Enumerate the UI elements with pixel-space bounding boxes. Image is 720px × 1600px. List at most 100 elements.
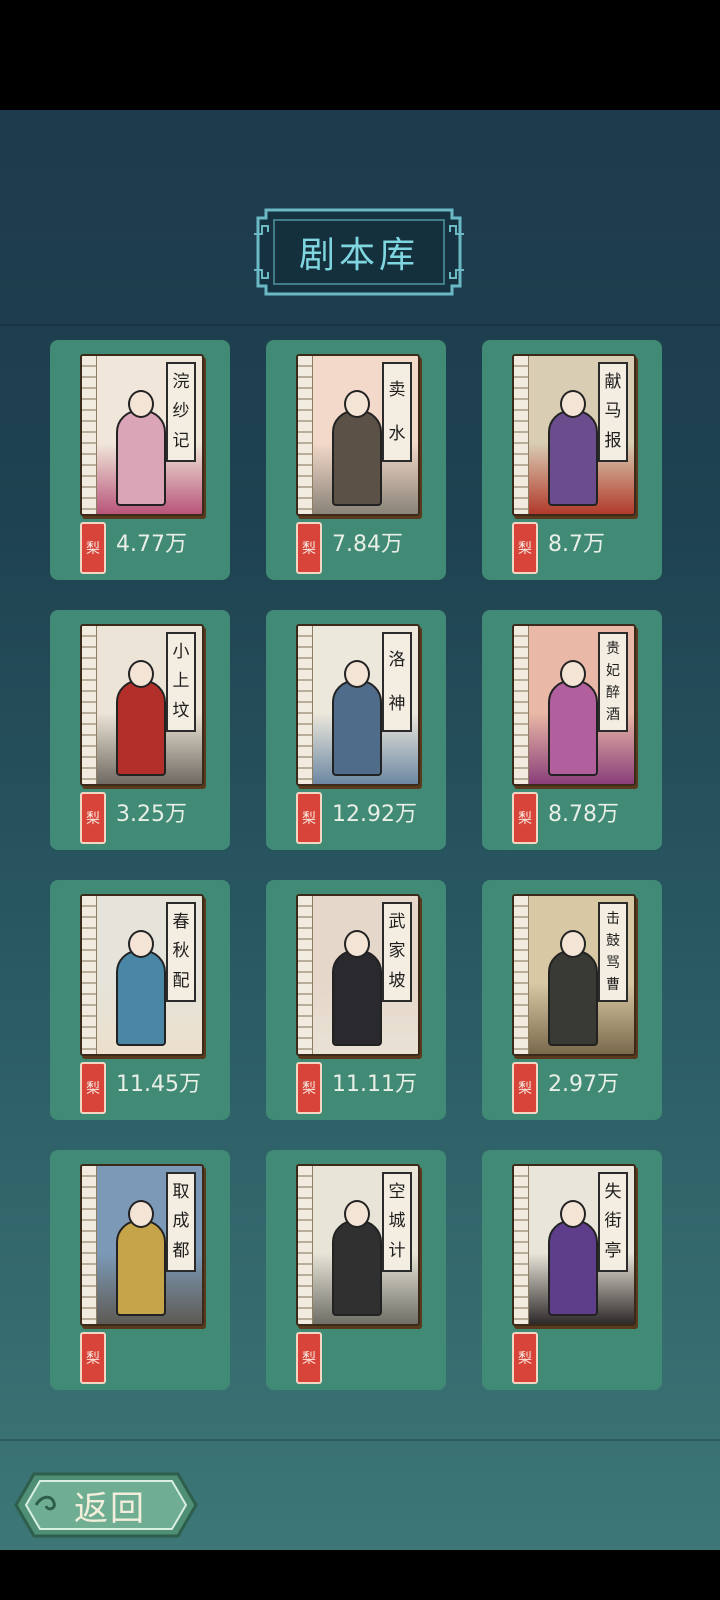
script-title-char: 贵 bbox=[606, 641, 620, 657]
book-binding-icon bbox=[298, 356, 313, 514]
script-title-char: 都 bbox=[172, 1240, 190, 1261]
script-card[interactable]: 击鼓骂曹梨 2.97万 bbox=[482, 880, 662, 1120]
script-title-char: 鼓 bbox=[606, 933, 620, 949]
script-card[interactable]: 浣纱记梨 4.77万 bbox=[50, 340, 230, 580]
navigation-bar bbox=[0, 1550, 720, 1600]
pear-garden-stamp-icon: 梨 bbox=[80, 1062, 106, 1114]
pear-garden-stamp-icon: 梨 bbox=[296, 792, 322, 844]
opera-figure-icon bbox=[548, 950, 598, 1046]
script-title-tag: 小上坟 bbox=[166, 632, 196, 732]
opera-figure-head-icon bbox=[128, 390, 154, 418]
script-title-tag: 春秋配 bbox=[166, 902, 196, 1002]
script-title-char: 坟 bbox=[172, 700, 190, 721]
book-binding-icon bbox=[514, 896, 529, 1054]
script-card[interactable]: 卖水梨 7.84万 bbox=[266, 340, 446, 580]
script-title-char: 浣 bbox=[172, 372, 190, 393]
pear-garden-stamp-icon: 梨 bbox=[296, 522, 322, 574]
script-cover-image: 取成都 bbox=[80, 1164, 204, 1326]
play-count: 12.92万 bbox=[332, 802, 417, 827]
script-title-char: 城 bbox=[388, 1211, 406, 1232]
script-title-char: 空 bbox=[388, 1182, 406, 1203]
grid-divider bbox=[0, 1439, 720, 1441]
pear-garden-stamp-icon: 梨 bbox=[512, 1332, 538, 1384]
script-library-screen: 剧本库 浣纱记梨 4.77万卖水梨 7.84万献马报梨 8.7万小上坟梨 3.25万洛神… bbox=[0, 110, 720, 1550]
script-title-char: 水 bbox=[388, 423, 406, 444]
script-cover-image: 武家坡 bbox=[296, 894, 420, 1056]
script-title-char: 失 bbox=[604, 1182, 622, 1203]
opera-figure-icon bbox=[332, 1220, 382, 1316]
script-title-char: 配 bbox=[172, 970, 190, 991]
pear-garden-stamp-icon: 梨 bbox=[80, 792, 106, 844]
book-binding-icon bbox=[298, 626, 313, 784]
opera-figure-icon bbox=[332, 950, 382, 1046]
script-cover-image: 贵妃醉酒 bbox=[512, 624, 636, 786]
pear-garden-stamp-icon: 梨 bbox=[512, 522, 538, 574]
back-button-label: 返回 bbox=[74, 1488, 146, 1529]
script-title-char: 春 bbox=[172, 912, 190, 933]
script-title-tag: 贵妃醉酒 bbox=[598, 632, 628, 732]
script-grid[interactable]: 浣纱记梨 4.77万卖水梨 7.84万献马报梨 8.7万小上坟梨 3.25万洛神梨 12.… bbox=[0, 326, 720, 1439]
opera-figure-icon bbox=[116, 950, 166, 1046]
opera-figure-head-icon bbox=[344, 390, 370, 418]
script-cover-image: 空城计 bbox=[296, 1164, 420, 1326]
script-title-tag: 献马报 bbox=[598, 362, 628, 462]
opera-figure-icon bbox=[116, 410, 166, 506]
script-title-char: 记 bbox=[172, 430, 190, 451]
script-title-char: 纱 bbox=[172, 401, 190, 422]
opera-figure-head-icon bbox=[344, 660, 370, 688]
opera-figure-head-icon bbox=[128, 930, 154, 958]
pear-garden-stamp-icon: 梨 bbox=[296, 1062, 322, 1114]
opera-figure-icon bbox=[116, 1220, 166, 1316]
opera-figure-head-icon bbox=[560, 390, 586, 418]
script-title-char: 成 bbox=[172, 1211, 190, 1232]
opera-figure-icon bbox=[116, 680, 166, 776]
script-card[interactable]: 空城计梨 bbox=[266, 1150, 446, 1390]
script-cover-image: 小上坟 bbox=[80, 624, 204, 786]
script-cover-image: 击鼓骂曹 bbox=[512, 894, 636, 1056]
opera-figure-head-icon bbox=[344, 930, 370, 958]
script-card[interactable]: 失街亭梨 bbox=[482, 1150, 662, 1390]
opera-figure-icon bbox=[332, 680, 382, 776]
opera-figure-head-icon bbox=[128, 660, 154, 688]
script-card[interactable]: 献马报梨 8.7万 bbox=[482, 340, 662, 580]
script-title-char: 骂 bbox=[606, 955, 620, 971]
opera-figure-head-icon bbox=[128, 1200, 154, 1228]
script-title-tag: 浣纱记 bbox=[166, 362, 196, 462]
script-title-tag: 洛神 bbox=[382, 632, 412, 732]
script-card[interactable]: 取成都梨 bbox=[50, 1150, 230, 1390]
opera-figure-head-icon bbox=[344, 1200, 370, 1228]
status-bar bbox=[0, 0, 720, 110]
script-title-char: 小 bbox=[172, 642, 190, 663]
script-title-char: 洛 bbox=[388, 649, 406, 670]
script-card[interactable]: 贵妃醉酒梨 8.78万 bbox=[482, 610, 662, 850]
script-cover-image: 浣纱记 bbox=[80, 354, 204, 516]
pear-garden-stamp-icon: 梨 bbox=[80, 522, 106, 574]
pear-garden-stamp-icon: 梨 bbox=[512, 1062, 538, 1114]
script-cover-image: 春秋配 bbox=[80, 894, 204, 1056]
pear-garden-stamp-icon: 梨 bbox=[296, 1332, 322, 1384]
book-binding-icon bbox=[82, 626, 97, 784]
play-count: 3.25万 bbox=[116, 802, 187, 827]
script-title-char: 计 bbox=[388, 1240, 406, 1261]
book-binding-icon bbox=[514, 626, 529, 784]
opera-figure-icon bbox=[548, 680, 598, 776]
script-title-tag: 取成都 bbox=[166, 1172, 196, 1272]
opera-figure-icon bbox=[548, 410, 598, 506]
script-title-char: 酒 bbox=[606, 707, 620, 723]
back-button[interactable]: 返回 bbox=[12, 1468, 200, 1542]
pear-garden-stamp-icon: 梨 bbox=[80, 1332, 106, 1384]
book-binding-icon bbox=[298, 896, 313, 1054]
script-title-char: 献 bbox=[604, 372, 622, 393]
script-title-char: 家 bbox=[388, 941, 406, 962]
pear-garden-stamp-icon: 梨 bbox=[512, 792, 538, 844]
script-title-tag: 失街亭 bbox=[598, 1172, 628, 1272]
script-title-char: 马 bbox=[604, 401, 622, 422]
book-binding-icon bbox=[514, 1166, 529, 1324]
script-title-char: 武 bbox=[388, 912, 406, 933]
script-card[interactable]: 洛神梨 12.92万 bbox=[266, 610, 446, 850]
script-card[interactable]: 武家坡梨 11.11万 bbox=[266, 880, 446, 1120]
script-card[interactable]: 春秋配梨 11.45万 bbox=[50, 880, 230, 1120]
script-card[interactable]: 小上坟梨 3.25万 bbox=[50, 610, 230, 850]
book-binding-icon bbox=[298, 1166, 313, 1324]
script-title-char: 曹 bbox=[606, 977, 620, 993]
